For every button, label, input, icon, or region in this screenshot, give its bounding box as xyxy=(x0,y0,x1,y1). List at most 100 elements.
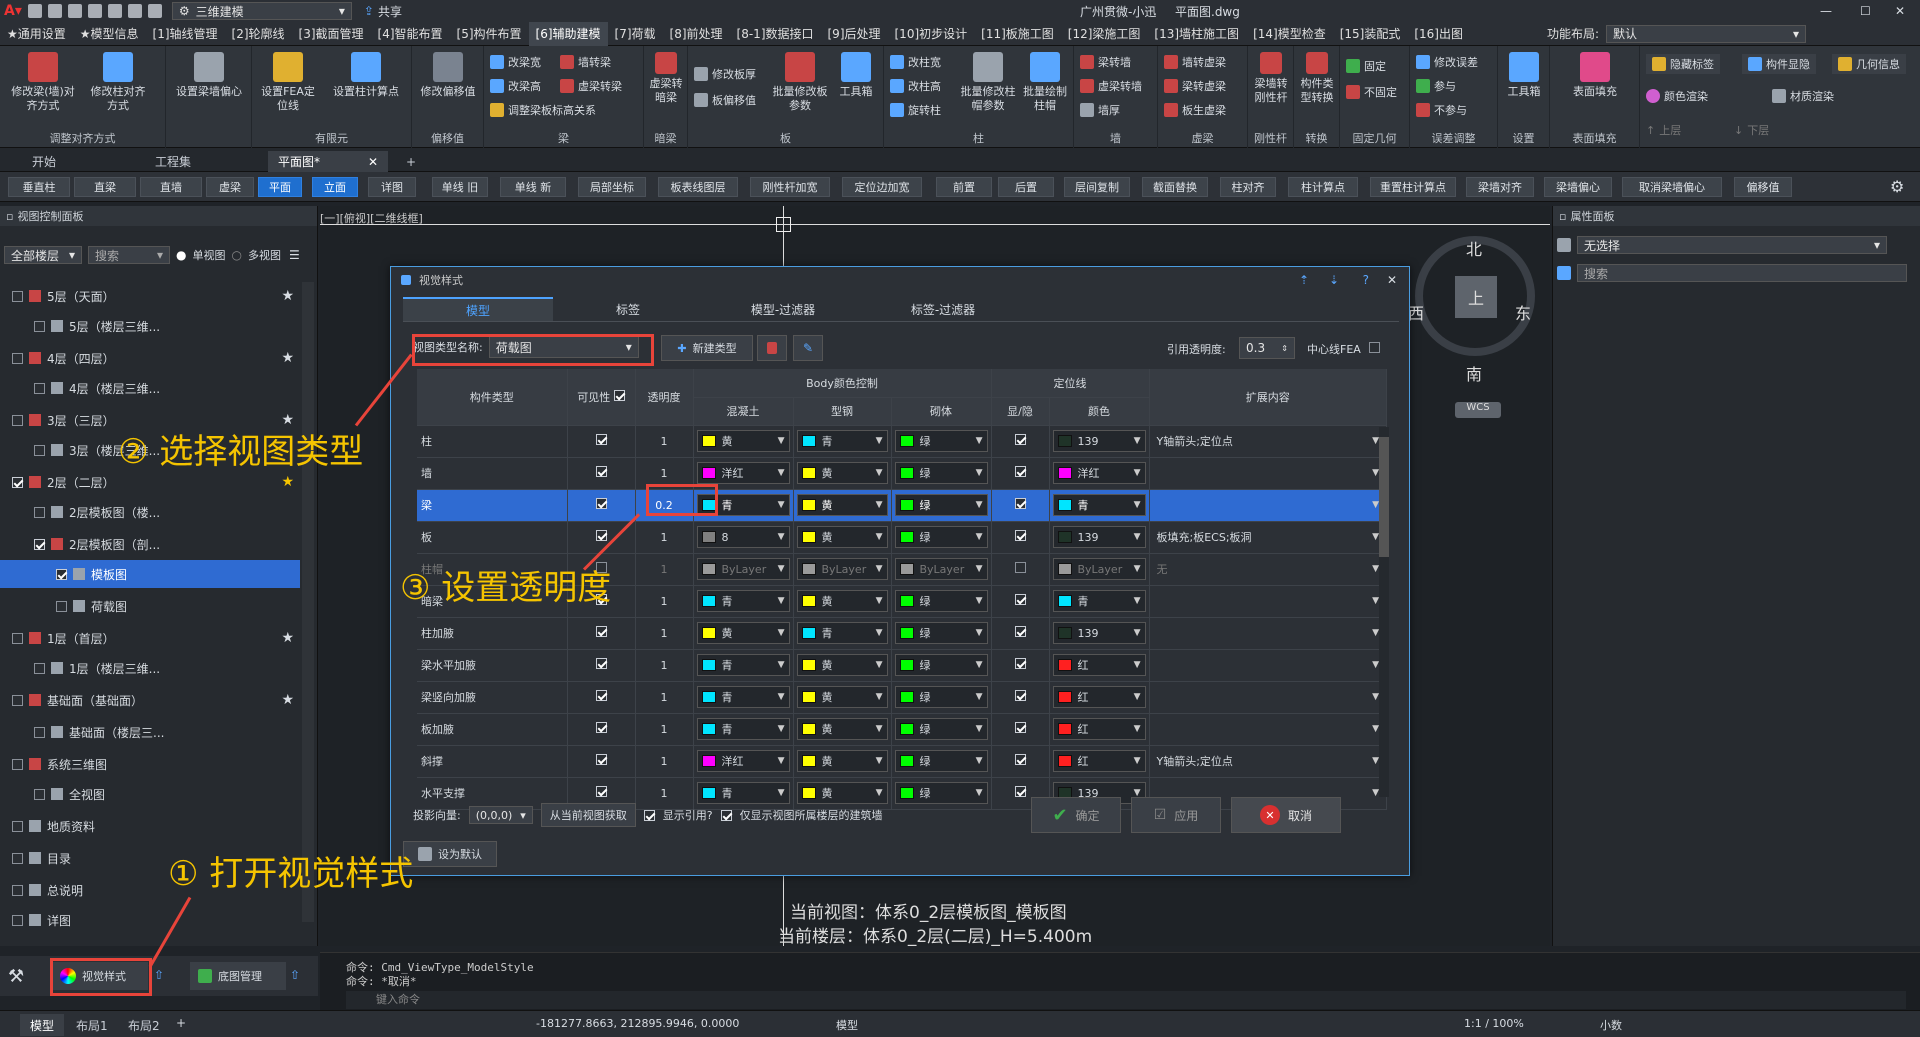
tree-item[interactable]: 1层（楼层三维... xyxy=(0,654,300,682)
concrete-color-select[interactable]: ByLayer ▼ xyxy=(696,558,790,580)
apply-button[interactable]: ☑ 应用 xyxy=(1131,797,1221,833)
tab-layout-2[interactable]: 布局2 xyxy=(118,1014,170,1036)
wall-to-beam-button[interactable]: 墙转梁 xyxy=(560,54,611,70)
tree-checkbox[interactable] xyxy=(12,758,23,770)
radio-single-view[interactable]: ● xyxy=(176,248,186,262)
modify-column-align-button[interactable]: 修改柱对齐方式 xyxy=(86,52,150,113)
tree-checkbox[interactable] xyxy=(12,290,23,302)
compass-east[interactable]: 东 xyxy=(1515,300,1531,324)
cell-transparency[interactable]: 1 xyxy=(635,681,694,714)
units-display[interactable]: 小数 xyxy=(1600,1017,1622,1033)
line-color-select[interactable]: 青 ▼ xyxy=(1052,494,1146,516)
table-row[interactable]: 板加腋 1 青 ▼ 黄 ▼ 绿 ▼ 红 ▼ ▼ xyxy=(417,713,1387,746)
quick-button[interactable]: 层间复制 xyxy=(1064,177,1130,197)
quick-button-plan[interactable]: 平面 xyxy=(258,177,302,197)
quick-button[interactable]: 截面替换 xyxy=(1142,177,1208,197)
quick-button[interactable]: 柱对齐 xyxy=(1220,177,1276,197)
line-color-select[interactable]: 139 ▼ xyxy=(1052,622,1146,644)
tree-checkbox[interactable] xyxy=(34,538,45,550)
property-search-input[interactable]: 搜索 xyxy=(1577,264,1907,282)
add-tab-button[interactable]: + xyxy=(396,151,426,172)
show-checkbox[interactable] xyxy=(1014,530,1026,541)
menu-item[interactable]: [12]梁施工图 xyxy=(1061,22,1148,46)
table-row[interactable]: 柱加腋 1 黄 ▼ 青 ▼ 绿 ▼ 139 ▼ ▼ xyxy=(417,617,1387,650)
virtual-to-beam-button[interactable]: 虚梁转梁 xyxy=(560,78,622,94)
redo-icon[interactable] xyxy=(147,4,162,18)
menu-item[interactable]: ★通用设置 xyxy=(0,22,73,46)
batch-modify-capital-button[interactable]: 批量修改柱帽参数 xyxy=(960,52,1016,113)
spinner-icon[interactable]: ⇕ xyxy=(1281,344,1288,353)
show-checkbox[interactable] xyxy=(1014,786,1026,797)
quick-button[interactable]: 梁墙对齐 xyxy=(1466,177,1534,197)
open-file-icon[interactable] xyxy=(47,4,62,18)
line-color-select[interactable]: ByLayer ▼ xyxy=(1052,558,1146,580)
steel-color-select[interactable]: 青 ▼ xyxy=(796,430,888,452)
menu-item[interactable]: [7]荷载 xyxy=(608,22,663,46)
tree-item[interactable]: 4层（楼层三维... xyxy=(0,374,300,402)
show-checkbox[interactable] xyxy=(1014,690,1026,701)
masonry-color-select[interactable]: 绿 ▼ xyxy=(894,526,988,548)
app-logo-icon[interactable]: A▾ xyxy=(4,3,22,19)
tree-checkbox[interactable] xyxy=(12,820,23,832)
favorite-star-icon[interactable]: ★ xyxy=(281,630,294,646)
show-checkbox[interactable] xyxy=(1014,498,1026,509)
favorite-star-icon[interactable]: ★ xyxy=(281,692,294,708)
close-button[interactable]: ✕ xyxy=(1895,4,1905,18)
beam-width-button[interactable]: 改梁宽 xyxy=(490,54,541,70)
concrete-color-select[interactable]: 黄 ▼ xyxy=(696,622,790,644)
upper-floor-button[interactable]: ↑ 上层 xyxy=(1646,122,1681,138)
visible-all-checkbox[interactable] xyxy=(613,389,625,401)
menu-item[interactable]: ★模型信息 xyxy=(73,22,146,46)
table-row[interactable]: 梁 0.2 青 ▼ 黄 ▼ 绿 ▼ 青 ▼ ▼ xyxy=(417,489,1387,522)
beam-to-wall-button[interactable]: 梁转墙 xyxy=(1080,54,1131,70)
quick-button[interactable]: 取消梁墙偏心 xyxy=(1622,177,1722,197)
toolbox-button[interactable]: 工具箱 xyxy=(834,52,878,99)
tree-checkbox[interactable] xyxy=(12,852,23,864)
modify-error-button[interactable]: 修改误差 xyxy=(1416,54,1478,70)
tree-checkbox[interactable] xyxy=(34,726,45,738)
beam-height-button[interactable]: 改梁高 xyxy=(490,78,541,94)
tree-checkbox[interactable] xyxy=(12,914,23,926)
selection-select[interactable]: 无选择 ▾ xyxy=(1577,236,1887,254)
show-checkbox[interactable] xyxy=(1014,658,1026,669)
menu-item[interactable]: [13]墙柱施工图 xyxy=(1147,22,1246,46)
quick-button[interactable]: 直梁 xyxy=(74,177,136,197)
virtual-to-hidden-beam-button[interactable]: 虚梁转暗梁 xyxy=(646,52,686,105)
masonry-color-select[interactable]: 绿 ▼ xyxy=(894,750,988,772)
slab-gen-virtual-beam-button[interactable]: 板生虚梁 xyxy=(1164,102,1226,118)
new-type-button[interactable]: ✚ 新建类型 xyxy=(661,335,753,361)
close-icon[interactable]: ✕ xyxy=(368,155,378,169)
workspace-select[interactable]: ⚙ 三维建模 ▾ xyxy=(171,2,352,20)
visible-checkbox[interactable] xyxy=(595,466,607,477)
tree-checkbox[interactable] xyxy=(12,476,23,488)
slab-offset-button[interactable]: 板偏移值 xyxy=(694,92,756,108)
masonry-color-select[interactable]: 绿 ▼ xyxy=(894,718,988,740)
tab-model-space[interactable]: 模型 xyxy=(20,1014,65,1036)
radio-multi-view[interactable]: ○ xyxy=(231,248,241,262)
steel-color-select[interactable]: 黄 ▼ xyxy=(796,782,888,804)
view-cube-face[interactable]: 上 xyxy=(1455,276,1497,318)
tree-checkbox[interactable] xyxy=(34,444,45,456)
concrete-color-select[interactable]: 黄 ▼ xyxy=(696,430,790,452)
move-up-icon[interactable]: ⇡ xyxy=(1299,273,1309,287)
cancel-button[interactable]: ✕ 取消 xyxy=(1231,797,1341,833)
help-icon[interactable]: ? xyxy=(1363,273,1369,287)
tab-layout-1[interactable]: 布局1 xyxy=(66,1014,118,1036)
menu-item[interactable]: [8]前处理 xyxy=(663,22,730,46)
menu-icon[interactable]: ☰ xyxy=(289,248,300,262)
quick-button[interactable]: 局部坐标 xyxy=(578,177,646,197)
menu-item[interactable]: [3]截面管理 xyxy=(292,22,371,46)
favorite-star-icon[interactable]: ★ xyxy=(281,288,294,304)
new-file-icon[interactable] xyxy=(27,4,42,18)
line-color-select[interactable]: 洋红 ▼ xyxy=(1052,462,1146,484)
modify-slab-thickness-button[interactable]: 修改板厚 xyxy=(694,66,756,82)
line-color-select[interactable]: 红 ▼ xyxy=(1052,750,1146,772)
show-checkbox[interactable] xyxy=(1014,594,1026,605)
close-icon[interactable]: ✕ xyxy=(1387,273,1397,287)
quick-button[interactable]: 柱计算点 xyxy=(1288,177,1358,197)
set-beam-wall-eccentric-button[interactable]: 设置梁墙偏心 xyxy=(170,52,248,99)
tree-item[interactable]: 4层（四层） ★ xyxy=(0,344,300,372)
line-color-select[interactable]: 红 ▼ xyxy=(1052,686,1146,708)
projection-select[interactable]: (0,0,0) ▾ xyxy=(468,806,533,824)
batch-modify-slab-button[interactable]: 批量修改板参数 xyxy=(772,52,828,113)
